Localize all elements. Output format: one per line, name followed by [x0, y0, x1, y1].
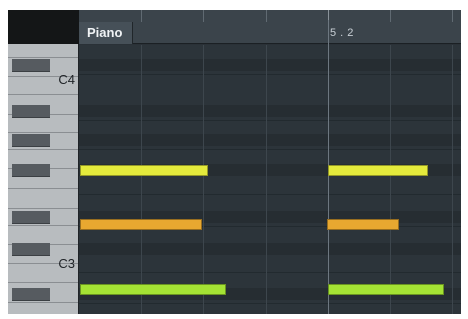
ruler-tick	[266, 10, 267, 22]
black-key[interactable]	[12, 134, 50, 147]
key-divider	[8, 57, 78, 58]
black-key-row	[79, 105, 461, 117]
black-key-row	[79, 134, 461, 146]
midi-note[interactable]	[327, 219, 399, 230]
black-key[interactable]	[12, 243, 50, 256]
row-divider	[79, 194, 461, 195]
key-label-c3: C3	[58, 256, 75, 271]
black-key-row	[79, 243, 461, 255]
key-divider	[8, 225, 78, 226]
black-key-row	[79, 59, 461, 71]
black-key[interactable]	[12, 288, 50, 301]
beat-line	[390, 45, 391, 314]
black-key[interactable]	[12, 211, 50, 224]
black-key[interactable]	[12, 164, 50, 177]
ruler-position-marker: 5 . 2	[330, 27, 354, 39]
key-label-c4: C4	[58, 72, 75, 87]
beat-line	[141, 45, 142, 314]
ruler-tick	[141, 10, 142, 22]
key-divider	[8, 149, 78, 150]
piano-roll-window: 5 . 2 Piano C4 C3	[0, 0, 468, 319]
key-divider	[8, 94, 78, 95]
beat-line	[266, 45, 267, 314]
key-divider	[8, 188, 78, 189]
piano-roll-editor: 5 . 2 Piano C4 C3	[8, 10, 461, 314]
row-divider	[79, 149, 461, 150]
row-divider	[79, 74, 461, 75]
key-divider	[8, 282, 78, 283]
row-divider	[79, 272, 461, 273]
midi-note[interactable]	[80, 284, 226, 295]
ruler-tick	[203, 10, 204, 22]
piano-keyboard[interactable]: C4 C3	[8, 44, 79, 314]
key-divider	[8, 302, 78, 303]
keyboard-corner	[8, 10, 79, 44]
key-divider	[8, 208, 78, 209]
key-divider	[8, 132, 78, 133]
midi-note[interactable]	[328, 165, 428, 176]
row-divider	[79, 303, 461, 304]
black-key[interactable]	[12, 59, 50, 72]
midi-note[interactable]	[328, 284, 444, 295]
row-divider	[79, 120, 461, 121]
note-grid[interactable]	[79, 20, 461, 314]
ruler[interactable]: 5 . 2	[79, 10, 461, 44]
track-name-label[interactable]: Piano	[79, 22, 133, 44]
midi-note[interactable]	[80, 165, 208, 176]
ruler-tick	[452, 10, 453, 22]
beat-line	[203, 45, 204, 314]
midi-note[interactable]	[80, 219, 202, 230]
black-key[interactable]	[12, 105, 50, 118]
beat-line	[452, 45, 453, 314]
ruler-tick	[390, 10, 391, 22]
